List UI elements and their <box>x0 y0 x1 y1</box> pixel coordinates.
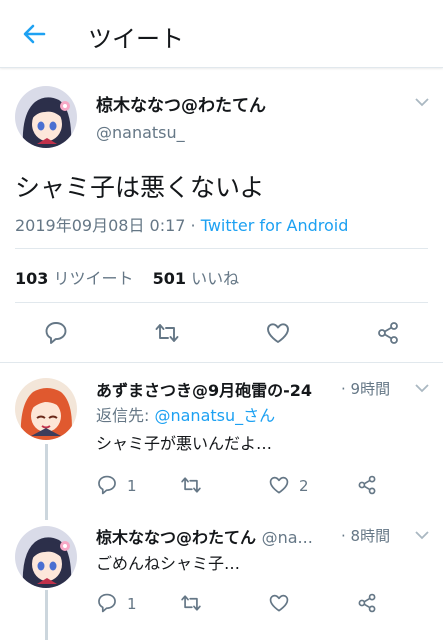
tweet-text: シャミ子は悪くないよ <box>15 173 265 202</box>
chevron-down-icon[interactable] <box>414 383 430 393</box>
reply-count: 1 <box>127 477 137 495</box>
reply-handle: @na... <box>261 528 313 547</box>
heart-icon[interactable] <box>268 592 290 614</box>
thread-line <box>45 444 48 520</box>
replying-to: 返信先: @nanatsu_さん <box>96 402 275 426</box>
page-title: ツイート <box>88 25 184 53</box>
like-label[interactable]: いいね <box>191 269 239 288</box>
divider <box>15 302 428 303</box>
reply-display-name[interactable]: 椋木ななつ@わたてん @na... <box>96 524 313 548</box>
chevron-down-icon[interactable] <box>414 530 430 540</box>
chevron-down-icon[interactable] <box>414 97 430 107</box>
top-app-bar: ツイート <box>0 0 443 68</box>
reply-icon[interactable] <box>96 592 118 614</box>
divider <box>0 362 443 363</box>
retweet-icon[interactable] <box>180 592 202 614</box>
share-icon[interactable] <box>375 320 401 346</box>
reply-prefix: 返信先: <box>96 406 155 425</box>
retweet-icon[interactable] <box>154 320 180 346</box>
like-count: 2 <box>299 477 309 495</box>
display-name[interactable]: 椋木ななつ@わたてん <box>96 91 266 116</box>
reply-display-name[interactable]: あずまさつき@9月砲雷の-24 <box>96 377 312 401</box>
avatar[interactable] <box>15 86 77 148</box>
divider <box>15 248 428 249</box>
timestamp: 2019年09月08日 0:17 · <box>15 216 201 235</box>
engagement-stats: 103 リツイート 501 いいね <box>15 265 253 289</box>
heart-icon[interactable] <box>268 474 290 496</box>
avatar[interactable] <box>15 378 77 440</box>
retweet-icon[interactable] <box>180 474 202 496</box>
thread-line <box>45 590 48 640</box>
share-icon[interactable] <box>356 592 378 614</box>
reply-name-text: 椋木ななつ@わたてん <box>96 528 257 547</box>
handle[interactable]: @nanatsu_ <box>96 123 185 142</box>
share-icon[interactable] <box>356 474 378 496</box>
client-link[interactable]: Twitter for Android <box>201 216 349 235</box>
reply-text: ごめんねシャミ子… <box>96 554 241 573</box>
reply-text: シャミ子が悪いんだよ… <box>96 434 273 453</box>
reply-icon[interactable] <box>43 320 69 346</box>
retweet-label[interactable]: リツイート <box>54 269 134 288</box>
reply-count: 1 <box>127 595 137 613</box>
reply-to-link[interactable]: @nanatsu_さん <box>154 406 275 425</box>
avatar[interactable] <box>15 526 77 588</box>
tweet-meta: 2019年09月08日 0:17 · Twitter for Android <box>15 212 348 236</box>
reply-icon[interactable] <box>96 474 118 496</box>
back-arrow-icon[interactable] <box>20 20 48 48</box>
reply-time[interactable]: · 8時間 <box>341 525 390 546</box>
reply-time[interactable]: · 9時間 <box>341 378 390 399</box>
retweet-count[interactable]: 103 <box>15 269 48 288</box>
like-count[interactable]: 501 <box>153 269 186 288</box>
heart-icon[interactable] <box>265 320 291 346</box>
